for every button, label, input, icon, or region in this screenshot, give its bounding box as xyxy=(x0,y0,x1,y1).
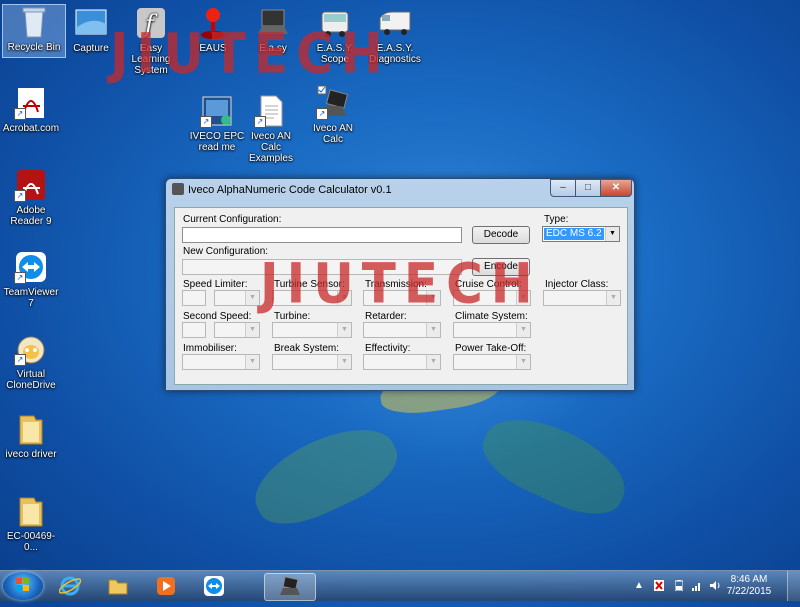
chevron-down-icon: ▼ xyxy=(516,323,530,337)
effectivity-select[interactable]: ▼ xyxy=(363,354,441,370)
chevron-down-icon: ▼ xyxy=(245,355,259,369)
internet-explorer-icon xyxy=(58,576,82,596)
recycle-bin-icon xyxy=(17,5,51,39)
network-icon[interactable] xyxy=(692,580,702,591)
desktop-icon-iveco-an-calc[interactable]: ↗ Iveco AN Calc xyxy=(302,85,364,145)
desktop-icon-iveco-epc[interactable]: ↗ IVECO EPC read me xyxy=(186,94,248,153)
media-player-icon xyxy=(157,577,175,595)
chevron-down-icon: ▼ xyxy=(245,323,259,337)
power-take-off-label: Power Take-Off: xyxy=(455,343,527,354)
volume-icon[interactable] xyxy=(710,580,720,591)
break-system-label: Break System: xyxy=(274,343,340,354)
injector-class-select[interactable]: ▼ xyxy=(543,290,621,306)
laptop-icon: ↗ xyxy=(316,85,350,120)
second-speed-value xyxy=(182,322,206,338)
desktop-icon-virtual-clonedrive[interactable]: ↗ Virtual CloneDrive xyxy=(0,332,62,391)
chevron-down-icon: ▼ xyxy=(245,291,259,305)
sheep-icon: ↗ xyxy=(14,332,48,366)
watermark-center: JIUTECH xyxy=(260,252,541,316)
window-title: Iveco AlphaNumeric Code Calculator v0.1 xyxy=(188,184,392,196)
shortcut-arrow-icon: ↗ xyxy=(14,272,26,284)
break-system-select[interactable]: ▼ xyxy=(272,354,352,370)
taskbar-clock[interactable]: 8:46 AM 7/22/2015 xyxy=(724,574,774,598)
clock-date: 7/22/2015 xyxy=(726,586,772,597)
acrobat-icon: ↗ xyxy=(14,86,48,120)
adobe-reader-icon: ↗ xyxy=(14,168,48,202)
shortcut-arrow-icon: ↗ xyxy=(316,108,328,120)
desktop-icon-iveco-an-calc-examples[interactable]: ↗ Iveco AN Calc Examples xyxy=(240,94,302,164)
chevron-down-icon: ▼ xyxy=(516,355,530,369)
current-config-label: Current Configuration: xyxy=(183,214,282,225)
start-button[interactable] xyxy=(3,572,43,600)
decode-button[interactable]: Decode xyxy=(472,226,530,244)
chevron-down-icon: ▼ xyxy=(337,355,351,369)
folder-icon xyxy=(14,412,48,446)
second-speed-select[interactable]: ▼ xyxy=(214,322,260,338)
teamviewer-icon: ↗ xyxy=(14,250,48,284)
desktop-icon-iveco-driver[interactable]: iveco driver xyxy=(0,412,62,460)
chevron-down-icon: ▼ xyxy=(426,355,440,369)
teamviewer-icon xyxy=(204,576,224,596)
document-icon: ↗ xyxy=(254,94,288,128)
effectivity-label: Effectivity: xyxy=(365,343,411,354)
window-titlebar[interactable]: Iveco AlphaNumeric Code Calculator v0.1 … xyxy=(166,179,634,201)
shortcut-arrow-icon: ↗ xyxy=(14,190,26,202)
desktop-icon-teamviewer[interactable]: ↗ TeamViewer 7 xyxy=(0,250,62,309)
type-selected-value: EDC MS 6.2 xyxy=(544,228,604,240)
second-speed-label: Second Speed: xyxy=(183,311,252,322)
capture-icon xyxy=(74,6,108,40)
desktop-icon-acrobat-com[interactable]: ↗ Acrobat.com xyxy=(0,86,62,134)
desktop-icon-recycle-bin[interactable]: Recycle Bin xyxy=(2,4,66,58)
taskbar: ▲ 8:46 AM 7/22/2015 xyxy=(0,570,800,601)
injector-class-label: Injector Class: xyxy=(545,279,609,290)
chevron-down-icon: ▼ xyxy=(426,323,440,337)
turbine-select[interactable]: ▼ xyxy=(272,322,352,338)
laptop-icon xyxy=(280,576,300,595)
action-center-icon[interactable] xyxy=(654,580,664,591)
show-desktop-button[interactable] xyxy=(787,571,800,601)
immobiliser-select[interactable]: ▼ xyxy=(182,354,260,370)
taskbar-explorer[interactable] xyxy=(98,573,138,599)
battery-icon[interactable] xyxy=(674,580,684,592)
taskbar-teamviewer[interactable] xyxy=(194,573,234,599)
taskbar-iveco-an-calc[interactable] xyxy=(264,573,316,601)
desktop-icon-ec-folder[interactable]: EC-00469-0... xyxy=(0,494,62,553)
speed-limiter-value xyxy=(182,290,206,306)
epc-icon: ↗ xyxy=(200,94,234,128)
close-button[interactable]: ✕ xyxy=(600,179,632,197)
chevron-down-icon: ▼ xyxy=(337,323,351,337)
climate-system-select[interactable]: ▼ xyxy=(453,322,531,338)
shortcut-arrow-icon: ↗ xyxy=(200,116,212,128)
app-icon xyxy=(172,183,184,195)
speed-limiter-label: Speed Limiter: xyxy=(183,279,248,290)
immobiliser-label: Immobiliser: xyxy=(183,343,237,354)
chevron-down-icon: ▼ xyxy=(605,227,619,241)
desktop-icon-adobe-reader[interactable]: ↗ Adobe Reader 9 xyxy=(0,168,62,227)
clock-time: 8:46 AM xyxy=(730,574,768,585)
taskbar-internet-explorer[interactable] xyxy=(50,573,90,599)
current-config-input[interactable] xyxy=(182,227,462,243)
folder-icon xyxy=(108,579,128,595)
maximize-button[interactable]: □ xyxy=(575,179,601,197)
chevron-down-icon: ▼ xyxy=(606,291,620,305)
shortcut-arrow-icon: ↗ xyxy=(14,354,26,366)
watermark-top: JIUTECH xyxy=(110,22,391,86)
speed-limiter-select[interactable]: ▼ xyxy=(214,290,260,306)
retarder-select[interactable]: ▼ xyxy=(363,322,441,338)
windows-logo-icon xyxy=(16,578,30,592)
tray-arrow-icon[interactable]: ▲ xyxy=(634,580,644,591)
minimize-button[interactable]: – xyxy=(550,179,576,197)
shortcut-arrow-icon: ↗ xyxy=(14,108,26,120)
new-config-label: New Configuration: xyxy=(183,246,269,257)
power-take-off-select[interactable]: ▼ xyxy=(453,354,531,370)
folder-icon xyxy=(14,494,48,528)
type-label: Type: xyxy=(544,214,569,225)
type-select[interactable]: EDC MS 6.2 ▼ xyxy=(542,226,620,242)
taskbar-media-player[interactable] xyxy=(146,573,186,599)
shortcut-arrow-icon: ↗ xyxy=(254,116,266,128)
